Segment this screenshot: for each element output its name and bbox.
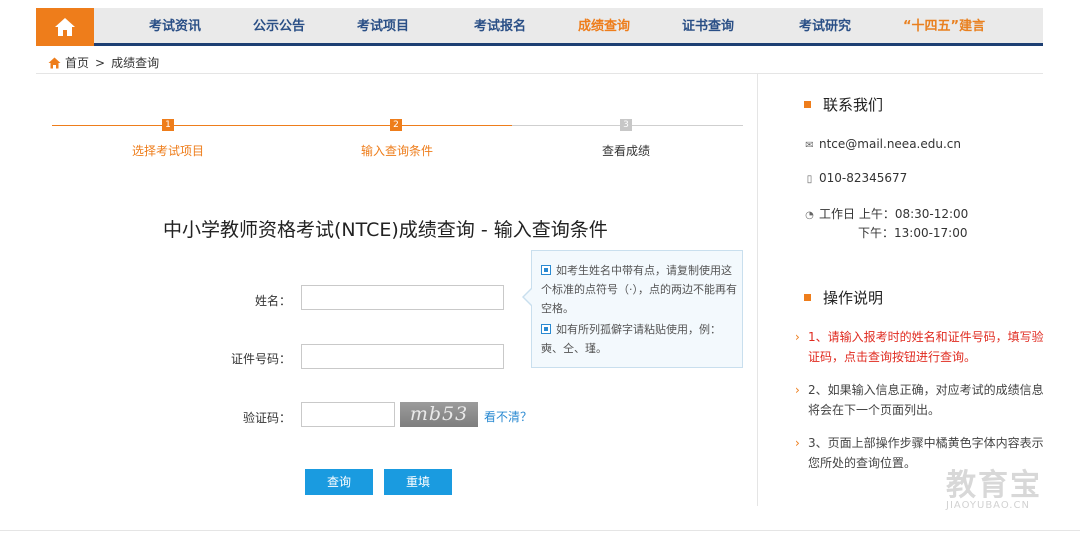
breadcrumb-separator: > bbox=[95, 55, 106, 70]
breadcrumb-current: 成绩查询 bbox=[111, 56, 160, 70]
footer-divider bbox=[0, 530, 1080, 531]
header-divider bbox=[36, 73, 1043, 74]
bullet-square-icon bbox=[804, 101, 811, 108]
step-2-label: 输入查询条件 bbox=[361, 144, 434, 158]
nav-item-certificate-query[interactable]: 证书查询 bbox=[682, 8, 734, 46]
home-icon bbox=[55, 18, 75, 36]
instruction-item: › 2、如果输入信息正确，对应考试的成绩信息将会在下一个页面列出。 bbox=[795, 380, 1045, 420]
chevron-right-icon: › bbox=[795, 330, 800, 344]
contact-email: ✉ ntce@mail.neea.edu.cn bbox=[805, 137, 961, 151]
step-1-label: 选择考试项目 bbox=[132, 144, 205, 158]
nav-item-suggestions[interactable]: “十四五”建言 bbox=[903, 8, 985, 46]
nav-item-exams[interactable]: 考试项目 bbox=[357, 8, 409, 46]
name-input[interactable] bbox=[301, 285, 504, 310]
id-number-label: 证件号码： bbox=[230, 352, 291, 366]
watermark-logo: 教育宝 bbox=[946, 468, 1042, 503]
captcha-label: 验证码： bbox=[242, 411, 291, 425]
name-label: 姓名： bbox=[254, 294, 291, 308]
chevron-right-icon: › bbox=[795, 383, 800, 397]
checkbox-icon bbox=[541, 265, 551, 275]
instruction-item: › 1、请输入报考时的姓名和证件号码，填写验证码，点击查询按钮进行查询。 bbox=[795, 327, 1045, 367]
mail-icon: ✉ bbox=[805, 140, 814, 151]
home-icon bbox=[48, 57, 61, 68]
page-title: 中小学教师资格考试(NTCE)成绩查询 - 输入查询条件 bbox=[163, 219, 608, 241]
refresh-captcha-link[interactable]: 看不清？ bbox=[484, 408, 532, 425]
phone-icon: ▯ bbox=[806, 174, 813, 185]
breadcrumb-home-link[interactable]: 首页 bbox=[65, 54, 89, 71]
step-3-label: 查看成绩 bbox=[602, 144, 651, 158]
nav-item-research[interactable]: 考试研究 bbox=[799, 8, 851, 46]
tip-item: 如考生姓名中带有点，请复制使用这个标准的点符号（·），点的两边不能再有空格。 bbox=[541, 261, 737, 318]
watermark-url: JIAOYUBAO.CN bbox=[946, 500, 1030, 511]
top-nav: 考试资讯 公示公告 考试项目 考试报名 成绩查询 证书查询 考试研究 “十四五”… bbox=[36, 8, 1043, 46]
nav-item-score-query[interactable]: 成绩查询 bbox=[578, 8, 630, 46]
step-3-number: 3 bbox=[620, 119, 632, 131]
reset-button[interactable]: 重填 bbox=[384, 469, 452, 495]
tip-text: 如考生姓名中带有点，请复制使用这个标准的点符号（·），点的两边不能再有空格。 bbox=[541, 264, 737, 315]
instructions-heading: 操作说明 bbox=[804, 287, 883, 308]
home-button[interactable] bbox=[36, 8, 94, 46]
nav-item-news[interactable]: 考试资讯 bbox=[149, 8, 201, 46]
id-number-input[interactable] bbox=[301, 344, 504, 369]
step-1-number: 1 bbox=[162, 119, 174, 131]
checkbox-icon bbox=[541, 324, 551, 334]
sidebar-divider bbox=[757, 74, 758, 506]
tip-item: 如有所列孤僻字请粘贴使用，例：奭、仝、瑾。 bbox=[541, 320, 737, 358]
captcha-image[interactable]: mb53 bbox=[400, 402, 478, 427]
chevron-right-icon: › bbox=[795, 436, 800, 450]
contact-heading: 联系我们 bbox=[804, 94, 883, 115]
bullet-square-icon bbox=[804, 294, 811, 301]
step-2-number: 2 bbox=[390, 119, 402, 131]
clock-icon: ◔ bbox=[805, 210, 814, 221]
captcha-input[interactable] bbox=[301, 402, 395, 427]
contact-phone: ▯ 010-82345677 bbox=[804, 171, 908, 185]
nav-item-registration[interactable]: 考试报名 bbox=[474, 8, 526, 46]
input-tip-box: 如考生姓名中带有点，请复制使用这个标准的点符号（·），点的两边不能再有空格。 如… bbox=[522, 250, 743, 368]
contact-hours-pm: 下午：13:00-17:00 bbox=[858, 226, 968, 240]
query-button[interactable]: 查询 bbox=[305, 469, 373, 495]
nav-item-notices[interactable]: 公示公告 bbox=[253, 8, 305, 46]
breadcrumb: 首页 > 成绩查询 bbox=[48, 54, 159, 71]
contact-hours: ◔ 工作日 上午：08:30-12:00 bbox=[805, 207, 969, 221]
step-progress-line bbox=[52, 125, 512, 126]
tip-text: 如有所列孤僻字请粘贴使用，例：奭、仝、瑾。 bbox=[541, 323, 721, 355]
